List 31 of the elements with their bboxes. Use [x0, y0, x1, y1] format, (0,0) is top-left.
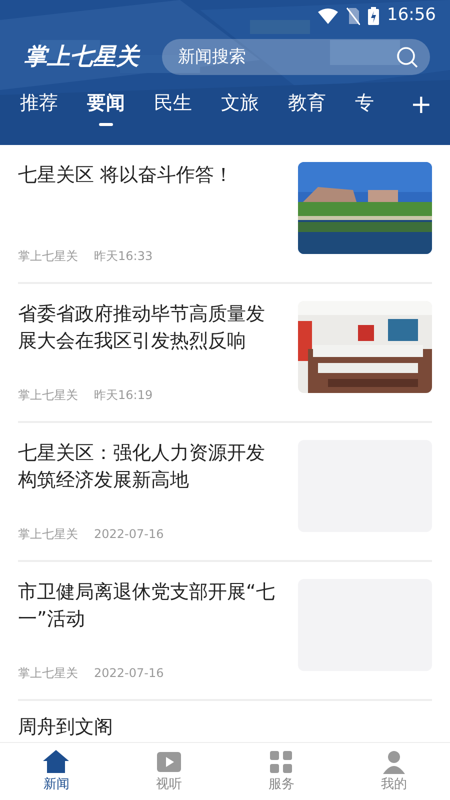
clock: 16:56 — [387, 4, 436, 28]
app-logo: 掌上七星关 — [24, 42, 139, 72]
news-time: 2022-07-16 — [94, 665, 164, 682]
news-source: 掌上七星关 — [18, 248, 78, 265]
news-source: 掌上七星关 — [18, 526, 78, 543]
tab[interactable]: 民生 — [154, 89, 192, 126]
news-time: 昨天16:19 — [94, 387, 153, 404]
news-time: 昨天16:33 — [94, 248, 153, 265]
nav-tab[interactable]: 新闻 — [42, 748, 70, 795]
news-title[interactable]: 市卫健局离退休党支部开展“七一”活动 — [18, 579, 282, 633]
tab[interactable]: 文旅 — [221, 89, 259, 126]
news-title[interactable]: 周舟到文阁 — [18, 715, 432, 739]
news-title[interactable]: 七星关区 将以奋斗作答！ — [18, 162, 282, 189]
tab[interactable]: 要闻 — [87, 89, 125, 126]
news-title[interactable]: 省委省政府推动毕节高质量发展大会在我区引发热烈反响 — [18, 301, 282, 355]
nav-tab[interactable]: 服务 — [267, 748, 296, 795]
tab[interactable]: 教育 — [288, 89, 326, 126]
battery-charging-icon — [368, 7, 379, 25]
news-source: 掌上七星关 — [18, 665, 78, 682]
news-source: 掌上七星关 — [18, 387, 78, 404]
nav-tab[interactable]: 我的 — [380, 748, 408, 795]
home-icon — [42, 748, 70, 776]
add-tab-button[interactable]: + — [410, 92, 432, 126]
news-title[interactable]: 七星关区：强化人力资源开发构筑经济发展新高地 — [18, 440, 282, 494]
tab[interactable]: 推荐 — [20, 89, 58, 126]
wifi-icon — [318, 8, 338, 24]
tab[interactable]: 专 — [355, 89, 374, 126]
nav-tab[interactable]: 视听 — [154, 748, 183, 795]
search-icon[interactable] — [396, 46, 418, 68]
no-sim-icon — [346, 7, 360, 25]
news-time: 2022-07-16 — [94, 526, 164, 543]
